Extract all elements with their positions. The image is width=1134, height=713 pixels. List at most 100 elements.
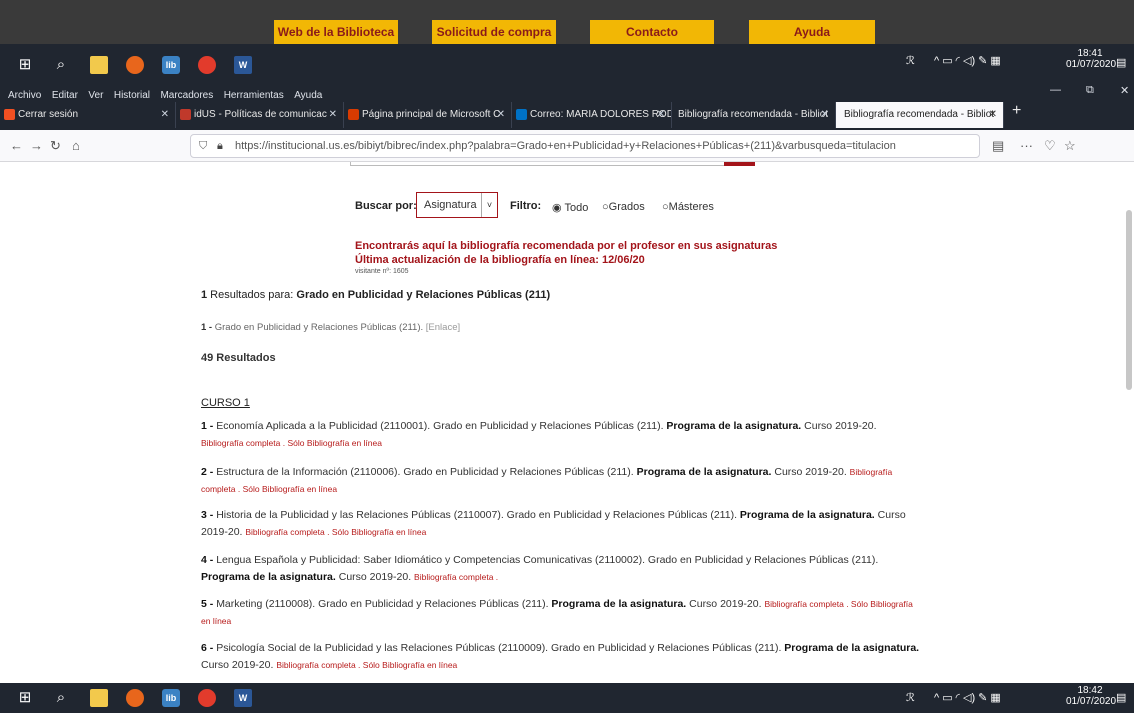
url-text: https://institucional.us.es/bibiyt/bibre… [235,140,896,152]
reader-view-icon[interactable]: ▤ [992,138,1004,154]
library-app-icon[interactable]: lib [162,56,180,74]
windows-taskbar-top: ⊞ ⌕ lib W ℛ ^ ▭ ◜ ◁) ✎ ▦ 18:41 01/07/202… [0,44,1134,84]
page-scrollbar[interactable] [1126,210,1132,390]
bibliografia-links[interactable]: Bibliografía completa . [414,572,498,582]
tab-idus[interactable]: idUS - Políticas de comunicac ✕ [176,102,344,128]
outlook-icon [516,109,527,120]
back-icon[interactable]: ← [10,138,23,153]
windows-start-icon[interactable]: ⊞ [16,689,34,707]
search-button-edge[interactable] [724,162,755,166]
list-item: 6 - Psicología Social de la Publicidad y… [201,642,920,671]
shield-icon: ⛉ [199,140,208,152]
buscar-select[interactable]: Asignatura ˅ [416,192,498,218]
filtro-label: Filtro: [510,200,542,212]
firefox-icon[interactable] [126,56,144,74]
search-icon[interactable]: ⌕ [52,689,70,707]
lock-icon: 🔒︎ [217,140,223,152]
curso-heading: CURSO 1 [201,397,250,409]
restore-icon[interactable]: ⧉ [1086,84,1094,97]
bibliografia-links[interactable]: Bibliografía completa . Sólo Bibliografí… [201,438,382,448]
search-icon[interactable]: ⌕ [52,56,70,74]
library-nav-bar: Web de la Biblioteca Solicitud de compra… [0,0,1134,44]
file-explorer-icon[interactable] [90,56,108,74]
close-tab-icon[interactable]: ✕ [989,102,997,128]
firefox-menu-bar: Archivo Editar Ver Historial Marcadores … [0,84,1134,101]
windows-start-icon[interactable]: ⊞ [16,56,34,74]
buscar-label: Buscar por: [355,200,417,212]
list-item: 3 - Historia de la Publicidad y las Rela… [201,509,906,538]
windows-taskbar-bottom: ⊞ ⌕ lib W ℛ ^ ▭ ◜ ◁) ✎ ▦ 18:42 01/07/202… [0,683,1134,713]
people-icon[interactable]: ℛ [906,691,915,704]
home-icon[interactable]: ⌂ [72,138,80,153]
navigation-toolbar: ← → ↻ ⌂ ⛉ 🔒︎ https://institucional.us.es… [0,130,1134,162]
programa-link[interactable]: Programa de la asignatura. [551,598,686,610]
new-tab-icon[interactable]: + [1012,102,1021,120]
close-window-icon[interactable]: ✕ [1120,84,1129,97]
reload-icon[interactable]: ↻ [50,138,61,154]
file-explorer-icon[interactable] [90,689,108,707]
tray-chevron-icon[interactable]: ^ ▭ ◜ ◁) ✎ ▦ [934,54,1001,67]
clock-time: 18:42 [1077,685,1103,696]
enlace-link[interactable]: [Enlace] [426,322,460,333]
close-tab-icon[interactable]: ✕ [497,102,505,128]
word-icon[interactable]: W [234,689,252,707]
visitor-counter: visitante nº: 1605 [355,268,409,275]
notifications-icon[interactable]: ▤ [1116,691,1126,704]
programa-link[interactable]: Programa de la asignatura. [201,571,336,583]
total-results: 49 Resultados [201,352,276,364]
close-tab-icon[interactable]: ✕ [821,102,829,128]
minimize-icon[interactable]: — [1050,84,1061,96]
tab-bibliografia-1[interactable]: Bibliografía recomendada - Bibliot ✕ [672,102,836,128]
list-item: 2 - Estructura de la Información (211000… [201,466,893,494]
nav-web-biblioteca-button[interactable]: Web de la Biblioteca [274,20,398,44]
microsoft-icon [4,109,15,120]
opera-icon[interactable] [198,56,216,74]
notice-line1: Encontrarás aquí la bibliografía recomen… [355,240,778,252]
nav-contacto-button[interactable]: Contacto [590,20,714,44]
url-bar[interactable]: ⛉ 🔒︎ https://institucional.us.es/bibiyt/… [190,134,980,158]
close-tab-icon[interactable]: ✕ [329,102,337,128]
tab-bibliografia-active[interactable]: Bibliografía recomendada - Bibliot ✕ [836,102,1004,128]
idus-icon [180,109,191,120]
programa-link[interactable]: Programa de la asignatura. [637,466,772,478]
degree-result: 1 - Grado en Publicidad y Relaciones Púb… [201,322,461,333]
library-app-icon[interactable]: lib [162,689,180,707]
close-tab-icon[interactable]: ✕ [657,102,665,128]
bibliografia-links[interactable]: Bibliografía completa . Sólo Bibliografí… [245,527,426,537]
notice-line2: Última actualización de la bibliografía … [355,254,645,266]
tray-chevron-icon[interactable]: ^ ▭ ◜ ◁) ✎ ▦ [934,691,1001,704]
people-icon[interactable]: ℛ [906,54,915,67]
firefox-icon[interactable] [126,689,144,707]
list-item: 4 - Lengua Española y Publicidad: Saber … [201,554,879,583]
chevron-down-icon: ˅ [481,193,497,217]
clock-date: 01/07/2020 [1066,59,1117,70]
tab-cerrar-sesion[interactable]: Cerrar sesión ✕ [0,102,176,128]
bookmark-star-icon[interactable]: ☆ [1064,138,1076,154]
results-header: 1 Resultados para: Grado en Publicidad y… [201,289,551,301]
tab-microsoft[interactable]: Página principal de Microsoft C ✕ [344,102,512,128]
page-content: Buscar por: Asignatura ˅ Filtro: ◉ Todo … [0,162,1134,683]
search-input-edge[interactable] [350,162,755,166]
forward-icon[interactable]: → [30,138,43,153]
programa-link[interactable]: Programa de la asignatura. [666,420,801,432]
radio-todo[interactable]: ◉ Todo [552,201,588,214]
programa-link[interactable]: Programa de la asignatura. [784,642,919,654]
list-item: 5 - Marketing (2110008). Grado en Public… [201,598,913,626]
clock-date: 01/07/2020 [1066,696,1117,707]
nav-ayuda-button[interactable]: Ayuda [749,20,875,44]
browser-tab-strip: Cerrar sesión ✕ idUS - Políticas de comu… [0,100,1134,130]
office-icon [348,109,359,120]
notifications-icon[interactable]: ▤ [1116,56,1126,69]
clock-time: 18:41 [1077,48,1103,59]
programa-link[interactable]: Programa de la asignatura. [740,509,875,521]
opera-icon[interactable] [198,689,216,707]
word-icon[interactable]: W [234,56,252,74]
nav-solicitud-compra-button[interactable]: Solicitud de compra [432,20,556,44]
tab-correo[interactable]: Correo: MARIA DOLORES ROD ✕ [512,102,672,128]
radio-grados[interactable]: ○Grados [602,201,645,213]
close-tab-icon[interactable]: ✕ [161,102,169,128]
bibliografia-links[interactable]: Bibliografía completa . Sólo Bibliografí… [276,660,457,670]
pocket-icon[interactable]: ♡ [1044,138,1056,154]
radio-masteres[interactable]: ○Másteres [662,201,714,213]
more-actions-icon[interactable]: ··· [1020,138,1033,153]
